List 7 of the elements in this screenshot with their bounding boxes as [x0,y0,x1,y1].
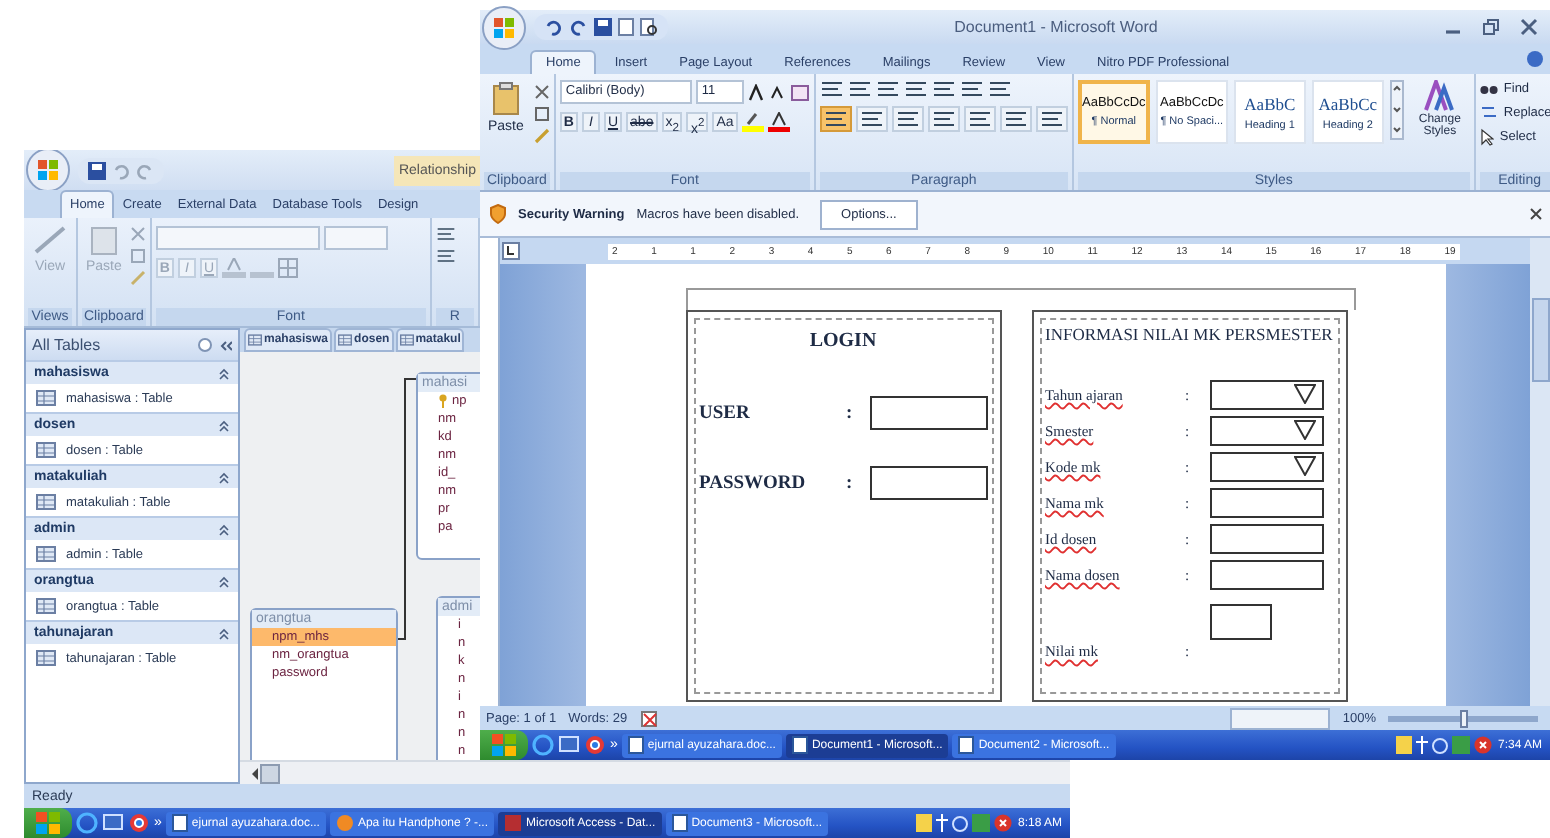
field-label: USER [699,403,752,423]
form-title: INFORMASI NILAI MK PERSMESTER [1045,324,1333,344]
colon: : [845,403,855,423]
colon: : [845,473,855,493]
field-label: PASSWORD [699,473,808,493]
form-title: LOGIN [807,330,879,352]
window-title: Document1 - Microsoft Word [952,18,1160,36]
